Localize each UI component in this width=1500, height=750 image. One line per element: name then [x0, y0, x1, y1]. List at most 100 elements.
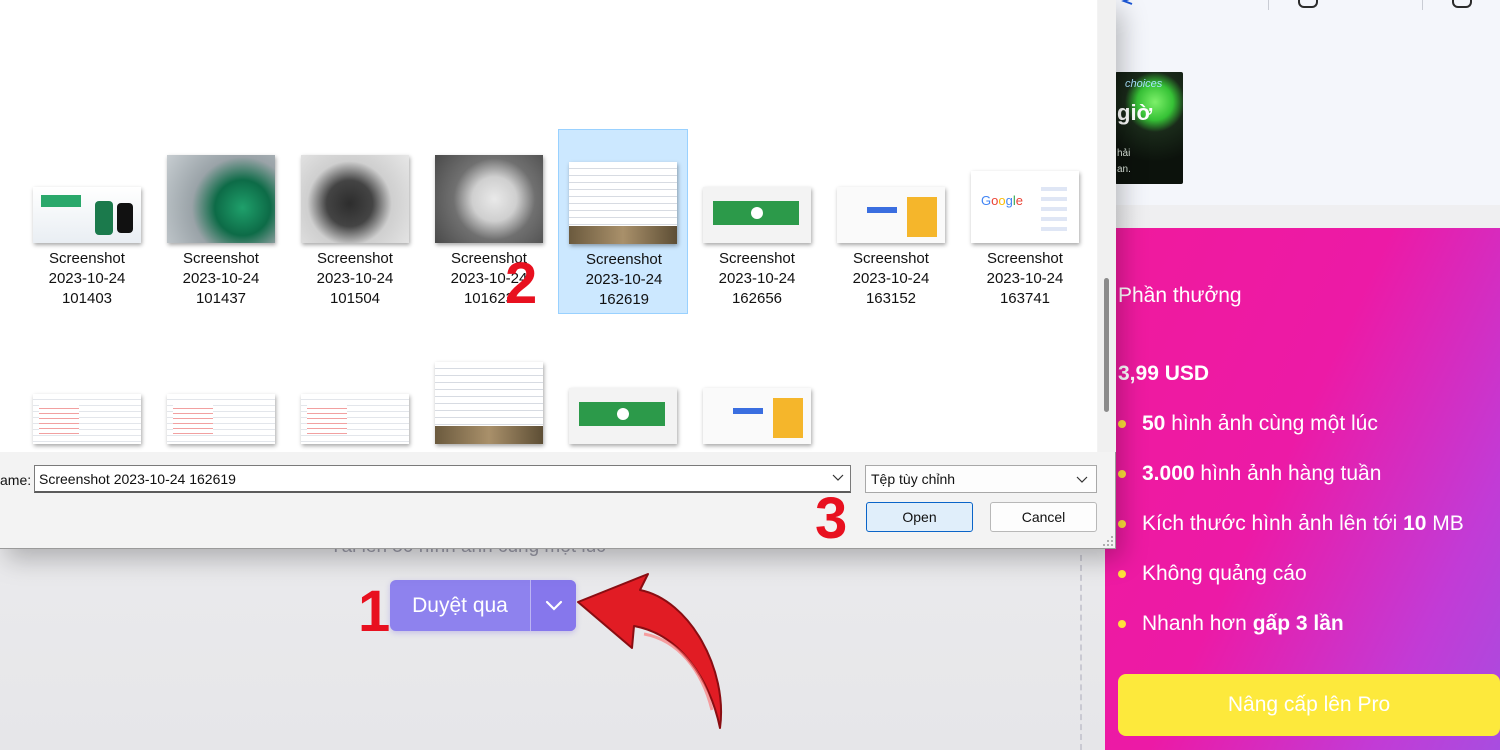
- advertisement-image[interactable]: choices giờ hải an.: [1115, 72, 1183, 184]
- file-name-caption: Screenshot 2023-10-24 101504: [290, 249, 420, 309]
- step-2-marker: 2: [505, 251, 538, 316]
- file-item[interactable]: Screenshot: [692, 314, 822, 452]
- open-button[interactable]: Open: [866, 502, 973, 532]
- feature-item: 3.000 hình ảnh hàng tuần: [1118, 462, 1381, 486]
- file-item[interactable]: Screenshot: [558, 314, 688, 452]
- file-thumbnail: [435, 362, 543, 444]
- file-item[interactable]: Google Screenshot 2023-10-24 163741: [960, 129, 1090, 314]
- file-name-label: ame:: [0, 472, 32, 488]
- file-name-text: Screenshot: [49, 250, 125, 267]
- file-name-caption: Screenshot: [22, 450, 152, 452]
- file-item[interactable]: Screenshot2023-10-24101137: [826, 0, 956, 129]
- step-3-marker: 3: [815, 486, 848, 551]
- feature-bold: 50: [1142, 412, 1166, 435]
- file-name-text: Screenshot: [719, 250, 795, 267]
- file-item[interactable]: Screenshot 2023-10-24 101504: [290, 129, 420, 314]
- file-item[interactable]: Screenshot 2023-10-24 101403: [22, 129, 152, 314]
- toolbar-icon[interactable]: [1298, 0, 1318, 8]
- feature-text: Kích thước hình ảnh lên tới: [1142, 512, 1404, 535]
- file-name-text: Screenshot: [183, 250, 259, 267]
- chevron-down-icon: [545, 600, 562, 611]
- back-arrow-icon[interactable]: [1120, 0, 1134, 6]
- file-item[interactable]: Screenshot: [156, 314, 286, 452]
- file-grid: Screenshot2023-10-12194055Screenshot2023…: [0, 0, 1097, 452]
- feature-item: Không quảng cáo: [1118, 562, 1307, 586]
- feature-text: Không quảng cáo: [1142, 562, 1307, 585]
- file-name-text: 101403: [61, 290, 113, 307]
- file-item[interactable]: Screenshot2023-10-24101306: [960, 0, 1090, 129]
- file-name-text: Screenshot: [22, 450, 152, 452]
- file-name-text: Screenshot: [317, 250, 393, 267]
- cancel-button[interactable]: Cancel: [990, 502, 1097, 532]
- file-name-text: 2023-10-24: [48, 270, 126, 287]
- file-thumbnail: [703, 187, 811, 243]
- file-name-caption: Screenshot: [558, 450, 688, 452]
- file-thumbnail: [33, 394, 141, 444]
- chevron-down-icon[interactable]: [832, 471, 844, 483]
- file-item[interactable]: Screenshot 2023-10-24 162619: [558, 129, 688, 314]
- feature-bold: 3.000: [1142, 462, 1195, 485]
- reward-label: Phần thưởng: [1118, 284, 1242, 307]
- file-thumbnail: Google: [971, 171, 1079, 243]
- vertical-scrollbar[interactable]: [1098, 0, 1116, 452]
- file-item[interactable]: Screenshot 2023-10-24 162656: [692, 129, 822, 314]
- file-item[interactable]: Screenshot 2023-10-24 101437: [156, 129, 286, 314]
- feature-bold: 10: [1403, 512, 1427, 535]
- file-thumbnail: [167, 394, 275, 444]
- file-item[interactable]: Screenshot: [424, 314, 554, 452]
- file-name-text: Screenshot: [692, 450, 822, 452]
- scrollbar-thumb[interactable]: [1104, 278, 1109, 412]
- file-name-caption: Screenshot 2023-10-24 101437: [156, 249, 286, 309]
- file-name-text: 162656: [731, 290, 783, 307]
- file-thumbnail: [569, 388, 677, 444]
- file-name-text: 163741: [999, 290, 1051, 307]
- ad-logo: choices: [1125, 78, 1163, 90]
- file-name-text: Screenshot: [558, 450, 688, 452]
- curved-arrow-icon: [577, 573, 723, 729]
- file-name-caption: Screenshot: [692, 450, 822, 452]
- upgrade-to-pro-button[interactable]: Nâng cấp lên Pro: [1118, 674, 1500, 736]
- file-thumbnail: [167, 155, 275, 243]
- file-name-caption: Screenshot 2023-10-24 163152: [826, 249, 956, 309]
- feature-item: 50 hình ảnh cùng một lúc: [1118, 412, 1378, 436]
- bullet-icon: [1118, 520, 1126, 528]
- bullet-icon: [1118, 570, 1126, 578]
- feature-text: MB: [1426, 512, 1464, 535]
- file-thumbnail: [301, 394, 409, 444]
- toolbar-icon[interactable]: [1452, 0, 1472, 8]
- file-item[interactable]: Screenshot2023-10-13110500: [424, 0, 554, 129]
- file-name-text: 2023-10-24: [316, 270, 394, 287]
- file-item[interactable]: Screenshot: [22, 314, 152, 452]
- dropzone-border: [1080, 555, 1082, 750]
- file-name-text: Screenshot: [290, 450, 420, 452]
- file-name-text: 2023-10-24: [182, 270, 260, 287]
- file-item[interactable]: Screenshot2023-10-12194055: [22, 0, 152, 129]
- file-item[interactable]: Screenshot2023-10-13110358: [290, 0, 420, 129]
- step-1-marker: 1: [358, 579, 391, 644]
- browse-button-label[interactable]: Duyệt qua: [390, 580, 530, 631]
- file-name-text: 101504: [329, 290, 381, 307]
- file-name-caption: Screenshot 2023-10-24 162656: [692, 249, 822, 309]
- feature-text: hình ảnh hàng tuần: [1194, 462, 1382, 485]
- feature-item: Nhanh hơn gấp 3 lần: [1118, 612, 1344, 636]
- file-name-caption: Screenshot: [424, 450, 554, 452]
- file-name-text: 162619: [598, 291, 650, 308]
- feature-bold: gấp 3 lần: [1252, 612, 1344, 635]
- file-name-input[interactable]: [34, 465, 851, 493]
- file-item[interactable]: Screenshot 2023-10-24 163152: [826, 129, 956, 314]
- chevron-down-icon: [1076, 476, 1088, 483]
- file-name-text: Screenshot: [424, 450, 554, 452]
- file-item[interactable]: Screenshot2023-10-12194327: [156, 0, 286, 129]
- feature-text: hình ảnh cùng một lúc: [1165, 412, 1378, 435]
- file-thumbnail: [301, 155, 409, 243]
- file-item[interactable]: Screenshot: [290, 314, 420, 452]
- file-thumbnail: [569, 162, 677, 244]
- file-thumbnail: [703, 388, 811, 444]
- file-item[interactable]: Screenshot2023-10-18152908: [558, 0, 688, 129]
- browse-button[interactable]: Duyệt qua: [390, 580, 576, 631]
- file-type-select[interactable]: Tệp tùy chỉnh: [865, 465, 1097, 493]
- file-item[interactable]: Screenshot2023-10-23193541: [692, 0, 822, 129]
- file-name-caption: Screenshot 2023-10-24 162619: [559, 250, 689, 310]
- resize-grip-icon[interactable]: [1102, 535, 1114, 547]
- file-name-text: Screenshot: [853, 250, 929, 267]
